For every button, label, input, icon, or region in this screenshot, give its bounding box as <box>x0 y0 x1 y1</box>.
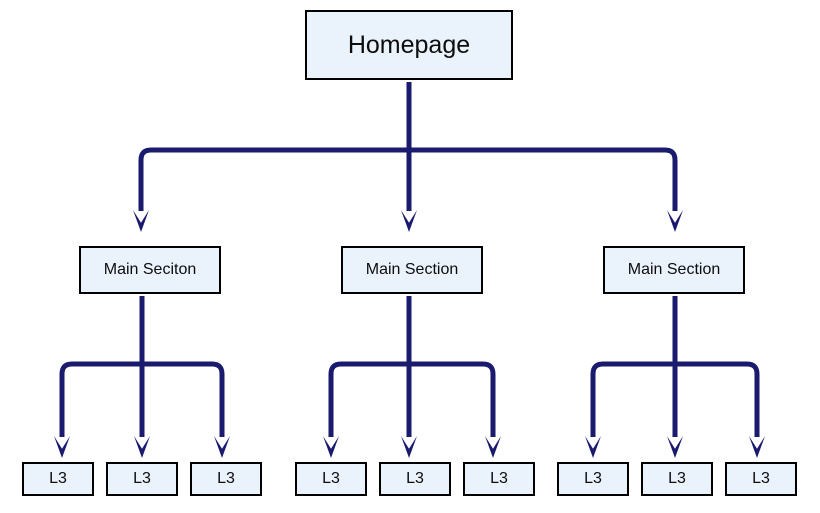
group-3-branch-1 <box>590 361 675 437</box>
node-l3-1-1[interactable]: L3 <box>22 462 94 496</box>
group-1-arrowhead-3 <box>214 436 230 458</box>
top-arrowhead-2 <box>401 210 417 232</box>
node-l3-3-2[interactable]: L3 <box>641 462 713 496</box>
group-1-branch-1 <box>59 361 142 437</box>
group-3-arrowhead-3 <box>749 436 765 458</box>
node-main-section-3[interactable]: Main Section <box>603 246 745 294</box>
group-2-branch-1 <box>328 361 409 437</box>
top-branch-1 <box>138 147 409 211</box>
node-l3-1-3[interactable]: L3 <box>190 462 262 496</box>
group-2-arrowhead-2 <box>401 436 417 458</box>
top-arrowhead-1 <box>133 210 149 232</box>
node-l3-3-3[interactable]: L3 <box>725 462 797 496</box>
group-3-arrowhead-1 <box>585 436 601 458</box>
node-main-section-2[interactable]: Main Section <box>341 246 483 294</box>
group-1-arrowhead-2 <box>134 436 150 458</box>
group-2-arrowhead-3 <box>485 436 501 458</box>
node-main-section-1[interactable]: Main Seciton <box>79 246 221 294</box>
group-3-branch-3 <box>675 361 760 437</box>
group-2-arrowhead-1 <box>323 436 339 458</box>
top-arrowhead-3 <box>667 210 683 232</box>
node-homepage[interactable]: Homepage <box>305 10 513 80</box>
top-branch-3 <box>409 147 678 211</box>
node-l3-2-3[interactable]: L3 <box>463 462 535 496</box>
node-l3-2-2[interactable]: L3 <box>379 462 451 496</box>
sitemap-diagram: Homepage Main Seciton Main Section Main … <box>0 0 820 513</box>
node-l3-1-2[interactable]: L3 <box>106 462 178 496</box>
node-l3-3-1[interactable]: L3 <box>557 462 629 496</box>
node-l3-2-1[interactable]: L3 <box>295 462 367 496</box>
group-1-branch-3 <box>142 361 225 437</box>
group-2-branch-3 <box>409 361 496 437</box>
group-3-arrowhead-2 <box>667 436 683 458</box>
group-1-arrowhead-1 <box>54 436 70 458</box>
